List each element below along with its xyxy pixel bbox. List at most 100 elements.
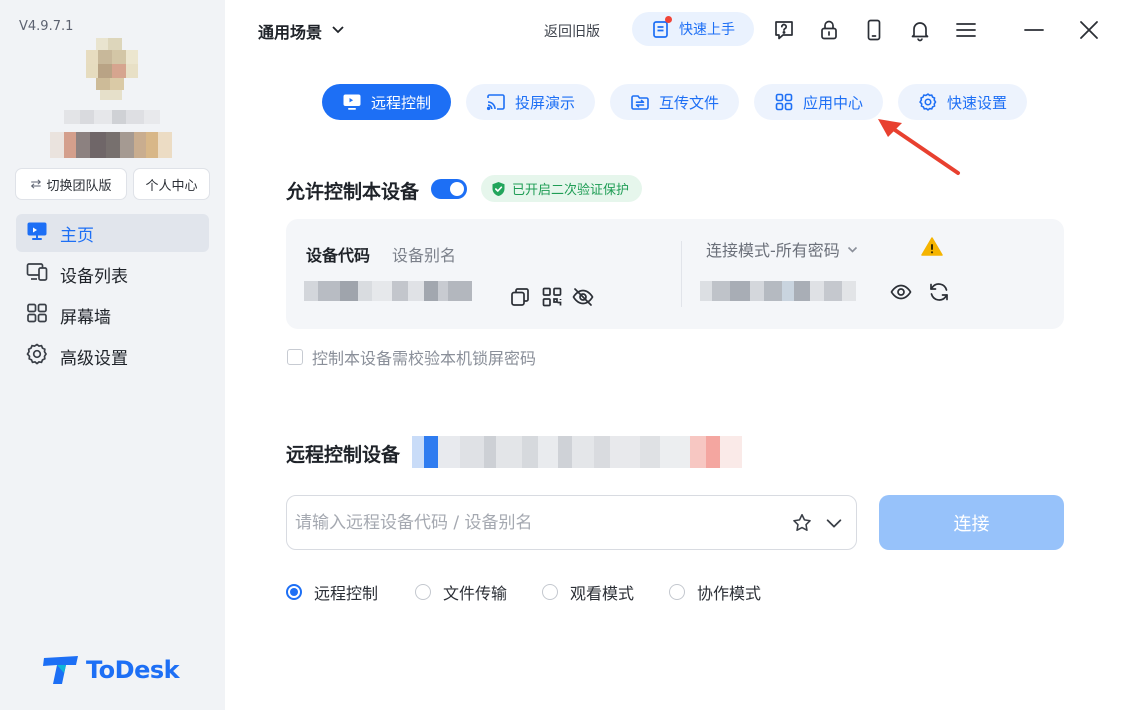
mode-option-collaboration[interactable]: 协作模式 bbox=[669, 580, 761, 604]
lock-icon bbox=[821, 20, 837, 40]
quick-start-label: 快速上手 bbox=[679, 22, 735, 38]
qr-code-icon bbox=[542, 287, 562, 307]
favorite-star-icon[interactable] bbox=[791, 512, 813, 538]
back-to-old-version-link[interactable]: 返回旧版 bbox=[544, 21, 600, 41]
connect-button[interactable]: 连接 bbox=[879, 495, 1064, 550]
tab-label: 互传文件 bbox=[658, 93, 719, 112]
radio-file-transfer[interactable] bbox=[415, 584, 431, 600]
scene-label: 通用场景 bbox=[258, 23, 323, 42]
quick-start-button[interactable]: 快速上手 bbox=[632, 12, 754, 46]
menu-button[interactable] bbox=[953, 17, 979, 43]
personal-center-button[interactable]: 个人中心 bbox=[133, 168, 210, 200]
verify-badge-label: 已开启二次验证保护 bbox=[512, 183, 630, 198]
radio-remote-control[interactable] bbox=[286, 584, 302, 600]
nav-item-label: 设备列表 bbox=[60, 266, 128, 287]
tab-file-transfer[interactable]: 互传文件 bbox=[610, 84, 739, 120]
close-icon bbox=[1080, 21, 1098, 39]
personal-center-label: 个人中心 bbox=[145, 177, 198, 193]
help-icon bbox=[775, 21, 793, 40]
lock-password-label: 控制本设备需校验本机锁屏密码 bbox=[312, 349, 537, 368]
phone-icon bbox=[867, 19, 881, 41]
username-redacted bbox=[64, 110, 160, 124]
tab-app-center[interactable]: 应用中心 bbox=[754, 84, 883, 120]
switch-team-label: 切换团队版 bbox=[46, 177, 112, 193]
device-alias-label[interactable]: 设备别名 bbox=[392, 242, 456, 266]
monitor-icon bbox=[25, 219, 49, 248]
radio-label: 文件传输 bbox=[443, 584, 508, 603]
shield-check-icon bbox=[492, 181, 505, 196]
gear-icon bbox=[25, 342, 49, 371]
help-button[interactable] bbox=[771, 17, 797, 43]
radio-label: 远程控制 bbox=[314, 584, 379, 603]
lock-button[interactable] bbox=[816, 17, 842, 43]
app-version: V4.9.7.1 bbox=[19, 19, 74, 34]
notifications-button[interactable] bbox=[907, 17, 933, 43]
close-button[interactable] bbox=[1076, 17, 1102, 43]
show-password-button[interactable] bbox=[889, 280, 913, 304]
device-code-redacted bbox=[304, 281, 472, 301]
device-code-label: 设备代码 bbox=[306, 246, 371, 265]
password-redacted bbox=[700, 281, 856, 301]
radio-collaboration-mode[interactable] bbox=[669, 584, 685, 600]
lock-password-checkbox[interactable] bbox=[287, 349, 303, 365]
tab-label: 快速设置 bbox=[946, 93, 1007, 112]
qr-code-button[interactable] bbox=[540, 285, 564, 309]
tab-label: 应用中心 bbox=[802, 93, 863, 112]
device-list-icon bbox=[25, 260, 49, 289]
connect-mode-label: 连接模式-所有密码 bbox=[706, 241, 840, 260]
eye-off-icon bbox=[572, 288, 594, 306]
remote-device-input[interactable] bbox=[295, 510, 775, 536]
mode-option-view[interactable]: 观看模式 bbox=[542, 580, 634, 604]
verify-protection-badge[interactable]: 已开启二次验证保护 bbox=[481, 175, 643, 202]
card-divider bbox=[681, 241, 682, 307]
recent-device-redacted bbox=[412, 436, 742, 468]
todesk-logo-icon bbox=[43, 656, 78, 684]
hide-code-button[interactable] bbox=[571, 285, 595, 309]
gear-icon bbox=[919, 93, 937, 111]
transfer-icon bbox=[631, 95, 649, 110]
apps-icon bbox=[775, 93, 793, 111]
mobile-button[interactable] bbox=[861, 17, 887, 43]
chevron-down-icon bbox=[330, 21, 346, 41]
notification-dot bbox=[665, 16, 672, 23]
refresh-password-button[interactable] bbox=[927, 280, 951, 304]
warning-icon bbox=[921, 237, 943, 256]
nav-item-label: 高级设置 bbox=[60, 348, 128, 369]
tab-remote-control[interactable]: 远程控制 bbox=[322, 84, 451, 120]
chevron-down-icon bbox=[847, 246, 857, 253]
copy-code-button[interactable] bbox=[508, 285, 532, 309]
lock-password-checkbox-row[interactable]: 控制本设备需校验本机锁屏密码 bbox=[287, 345, 536, 369]
warning-indicator[interactable] bbox=[920, 235, 944, 259]
tab-label: 远程控制 bbox=[370, 93, 431, 112]
radio-view-mode[interactable] bbox=[542, 584, 558, 600]
eye-icon bbox=[890, 284, 912, 300]
guide-book-icon bbox=[651, 16, 672, 39]
minimize-button[interactable] bbox=[1021, 17, 1047, 43]
switch-team-button[interactable]: ⇄ 切换团队版 bbox=[15, 168, 127, 200]
monitor-icon bbox=[343, 94, 361, 110]
tab-screen-cast[interactable]: 投屏演示 bbox=[466, 84, 595, 120]
nav-item-advanced-settings[interactable]: 高级设置 bbox=[16, 337, 209, 375]
scene-selector[interactable]: 通用场景 bbox=[258, 19, 346, 43]
sidebar: V4.9.7.1 ⇄ 切换团队版 个人中心 主页 设备列表 屏幕墙 高级设置 T… bbox=[0, 0, 225, 710]
nav-item-device-list[interactable]: 设备列表 bbox=[16, 255, 209, 293]
grid-icon bbox=[25, 301, 49, 330]
allow-control-title: 允许控制本设备 bbox=[286, 181, 420, 203]
radio-label: 协作模式 bbox=[697, 584, 762, 603]
mode-option-file-transfer[interactable]: 文件传输 bbox=[415, 580, 507, 604]
connect-mode-selector[interactable]: 连接模式-所有密码 bbox=[706, 237, 859, 261]
avatar[interactable] bbox=[86, 38, 138, 100]
tab-label: 投屏演示 bbox=[514, 93, 575, 112]
nav-item-home[interactable]: 主页 bbox=[16, 214, 209, 252]
allow-control-toggle[interactable] bbox=[431, 179, 467, 199]
menu-icon bbox=[956, 23, 976, 37]
nav-item-label: 屏幕墙 bbox=[60, 307, 111, 328]
remote-device-search-box[interactable] bbox=[286, 495, 857, 550]
annotation-arrow bbox=[878, 119, 960, 175]
nav-item-screen-wall[interactable]: 屏幕墙 bbox=[16, 296, 209, 334]
account-redacted bbox=[50, 132, 172, 158]
refresh-icon bbox=[930, 283, 948, 301]
logo-text: ToDesk bbox=[86, 656, 180, 684]
mode-option-remote-control[interactable]: 远程控制 bbox=[286, 580, 378, 604]
history-dropdown-icon[interactable] bbox=[823, 512, 845, 538]
